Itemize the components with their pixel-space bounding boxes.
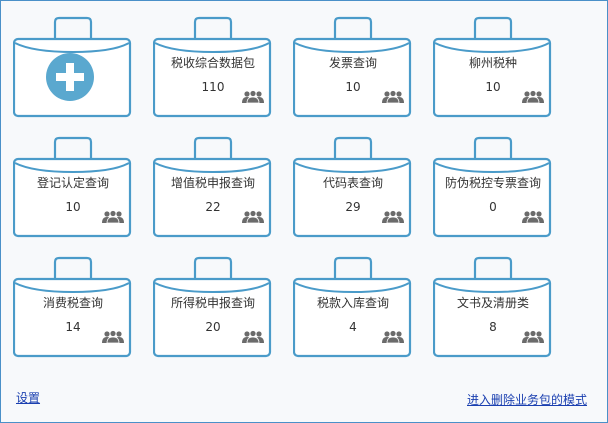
package-tile[interactable]: 登记认定查询 10 — [13, 136, 133, 238]
users-icon — [382, 330, 404, 344]
package-tile[interactable]: 所得税申报查询 20 — [153, 256, 273, 358]
package-tile[interactable]: 文书及清册类 8 — [433, 256, 553, 358]
package-name: 防伪税控专票查询 — [444, 176, 541, 190]
package-name: 发票查询 — [328, 56, 377, 70]
users-icon — [242, 90, 264, 104]
users-icon — [522, 90, 544, 104]
users-icon — [522, 330, 544, 344]
package-tile[interactable]: 代码表查询 29 — [293, 136, 413, 238]
package-tile[interactable]: 发票查询 10 — [293, 16, 413, 118]
users-icon — [522, 210, 544, 224]
users-icon — [102, 210, 124, 224]
plus-icon — [46, 53, 94, 101]
package-tile[interactable]: 增值税申报查询 22 — [153, 136, 273, 238]
users-icon — [242, 330, 264, 344]
users-icon — [382, 210, 404, 224]
package-tile[interactable]: 税款入库查询 4 — [293, 256, 413, 358]
package-tile[interactable]: 税收综合数据包 110 — [153, 16, 273, 118]
users-icon — [242, 210, 264, 224]
package-name: 增值税申报查询 — [170, 176, 255, 190]
package-tile[interactable]: 防伪税控专票查询 0 — [433, 136, 553, 238]
package-name: 代码表查询 — [322, 176, 383, 190]
settings-link[interactable]: 设置 — [16, 389, 40, 406]
package-tile[interactable]: 消费税查询 14 — [13, 256, 133, 358]
package-name: 消费税查询 — [42, 296, 103, 310]
package-name: 税收综合数据包 — [170, 56, 255, 70]
users-icon — [382, 90, 404, 104]
package-name: 登记认定查询 — [36, 176, 109, 190]
package-name: 柳州税种 — [468, 56, 517, 70]
users-icon — [102, 330, 124, 344]
package-name: 文书及清册类 — [456, 296, 529, 310]
package-name: 所得税申报查询 — [170, 296, 255, 310]
delete-mode-link[interactable]: 进入删除业务包的模式 — [467, 391, 587, 408]
package-tile[interactable]: 柳州税种 10 — [433, 16, 553, 118]
packages-panel: 税收综合数据包 110 发票查询 10 柳州税种 10 登记认定查询 10 增值税申报查询 22 代… — [0, 0, 608, 423]
add-package-button[interactable] — [13, 16, 133, 118]
package-name: 税款入库查询 — [316, 296, 389, 310]
